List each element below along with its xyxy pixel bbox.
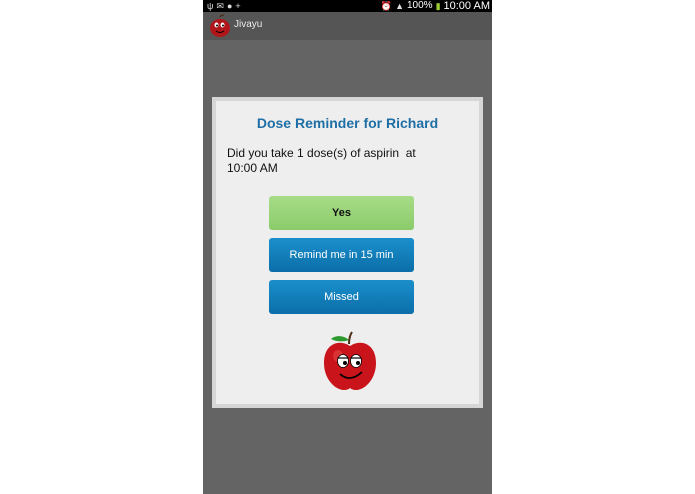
dialog-message-line1: Did you take 1 dose(s) of aspirin at [227,146,416,160]
dialog-message-line2: 10:00 AM [227,161,278,175]
app-title: Jivayu [234,19,263,30]
remind-later-button-label: Remind me in 15 min [289,249,394,261]
dialog-title: Dose Reminder for Richard [256,115,439,131]
battery-percent: 100% [406,0,433,11]
dialog-message: Did you take 1 dose(s) of aspirin at 10:… [227,146,442,176]
alarm-icon: ⏰ [380,1,393,11]
notification-icons: ψ ✉ ● + [207,0,241,12]
dialog-body: Dose Reminder for Richard Did you take 1… [216,101,479,404]
battery-icon: ▮ [435,1,441,11]
system-icons: ⏰ ▲ 100% ▮ 10:00 AM [381,0,490,12]
add-contact-icon: + [235,1,241,11]
phone-screen: ψ ✉ ● + ⏰ ▲ 100% ▮ 10:00 AM Jivayu Dose … [203,0,492,494]
mail-icon: ✉ [216,1,224,11]
missed-button-label: Missed [324,291,359,303]
apple-mascot-icon [324,331,376,390]
status-time: 10:00 AM [443,0,490,12]
app-logo-icon[interactable] [209,14,231,38]
app-bar: Jivayu [203,12,492,40]
wifi-icon: ▲ [395,1,404,11]
dose-reminder-dialog: Dose Reminder for Richard Did you take 1… [212,97,483,408]
remind-later-button[interactable]: Remind me in 15 min [269,238,414,272]
status-bar: ψ ✉ ● + ⏰ ▲ 100% ▮ 10:00 AM [203,0,492,12]
yes-button[interactable]: Yes [269,196,414,230]
chat-icon: ● [226,1,233,11]
missed-button[interactable]: Missed [269,280,414,314]
yes-button-label: Yes [332,207,351,219]
usb-icon: ψ [207,1,214,11]
